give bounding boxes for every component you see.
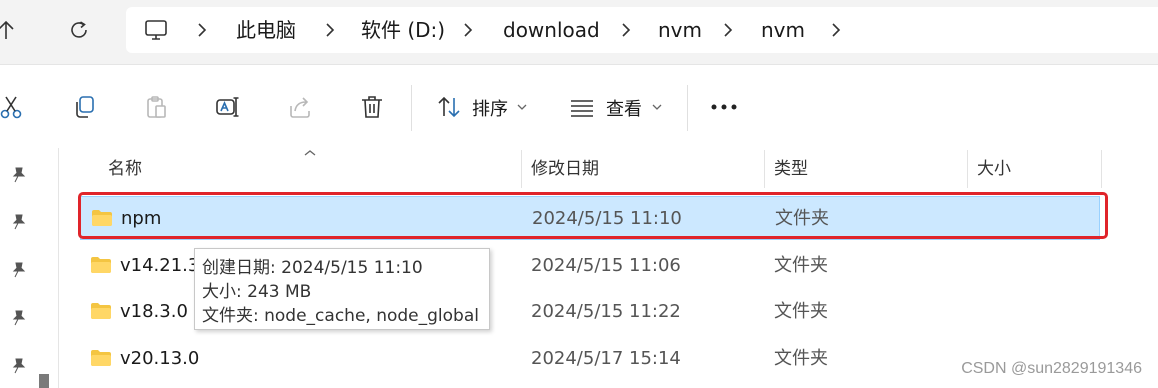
file-modified: 2024/5/15 11:06 (531, 255, 681, 276)
up-arrow-icon[interactable] (0, 14, 22, 46)
paste-icon[interactable] (140, 91, 172, 123)
column-header-name[interactable]: 名称 (108, 148, 142, 190)
pin-icon[interactable] (9, 357, 27, 375)
table-row[interactable]: npm 2024/5/15 11:10 文件夹 (80, 196, 1100, 240)
breadcrumb-nvm[interactable]: nvm (658, 7, 702, 53)
view-button[interactable]: 查看 (606, 95, 642, 121)
column-header-modified[interactable]: 修改日期 (531, 148, 599, 190)
address-bar[interactable]: 此电脑 软件 (D:) download nvm nvm (126, 7, 1158, 53)
pin-icon[interactable] (9, 166, 27, 184)
quick-access-pins (0, 148, 34, 388)
navigation-bar: 此电脑 软件 (D:) download nvm nvm (0, 0, 1158, 64)
table-row[interactable]: v20.13.0 2024/5/17 15:14 文件夹 (80, 337, 1100, 381)
delete-icon[interactable] (356, 91, 388, 123)
sort-ascending-icon (304, 150, 316, 156)
toolbar-divider (687, 85, 688, 131)
folder-icon (91, 257, 111, 273)
rename-icon[interactable] (212, 91, 244, 123)
file-name[interactable]: v14.21.3 (120, 244, 199, 288)
copy-icon[interactable] (68, 91, 100, 123)
toolbar-divider (411, 85, 412, 131)
file-name[interactable]: v18.3.0 (120, 290, 188, 334)
file-name[interactable]: v20.13.0 (120, 337, 199, 381)
column-divider[interactable] (967, 150, 968, 188)
file-modified: 2024/5/15 11:22 (531, 301, 681, 322)
tooltip-created: 创建日期: 2024/5/15 11:10 (202, 258, 423, 278)
sort-icon[interactable] (433, 91, 465, 123)
chevron-right-icon[interactable] (194, 22, 210, 38)
file-type: 文件夹 (774, 348, 828, 369)
folder-icon (91, 350, 111, 366)
breadcrumb-drive-d[interactable]: 软件 (D:) (361, 7, 445, 53)
pin-icon[interactable] (9, 261, 27, 279)
column-header-type[interactable]: 类型 (774, 148, 808, 190)
folder-icon (91, 303, 111, 319)
refresh-icon[interactable] (63, 14, 95, 46)
column-divider[interactable] (764, 150, 765, 188)
watermark: CSDN @sun2829191346 (961, 360, 1142, 377)
chevron-right-icon[interactable] (460, 22, 476, 38)
chevron-down-icon[interactable] (652, 103, 662, 111)
more-options-icon[interactable] (708, 91, 740, 123)
chevron-right-icon[interactable] (720, 22, 736, 38)
folder-icon (92, 210, 112, 226)
file-type: 文件夹 (775, 208, 829, 229)
view-icon[interactable] (566, 91, 598, 123)
pin-icon[interactable] (9, 309, 27, 327)
computer-icon[interactable] (144, 18, 168, 46)
folder-info-tooltip: 创建日期: 2024/5/15 11:10 大小: 243 MB 文件夹: no… (194, 248, 490, 330)
chevron-right-icon[interactable] (322, 22, 338, 38)
file-type: 文件夹 (774, 255, 828, 276)
file-type: 文件夹 (774, 301, 828, 322)
tooltip-folders: 文件夹: node_cache, node_global (202, 306, 479, 326)
breadcrumb-nvm-current[interactable]: nvm (761, 7, 805, 53)
chevron-right-icon[interactable] (828, 22, 844, 38)
breadcrumb-this-pc[interactable]: 此电脑 (236, 7, 296, 53)
column-divider[interactable] (521, 150, 522, 188)
share-icon[interactable] (284, 91, 316, 123)
navigation-scrollbar[interactable] (39, 374, 49, 388)
tooltip-size: 大小: 243 MB (202, 282, 312, 302)
breadcrumb-download[interactable]: download (503, 7, 600, 53)
file-modified: 2024/5/15 11:10 (532, 208, 682, 229)
chevron-right-icon[interactable] (618, 22, 634, 38)
pin-icon[interactable] (9, 213, 27, 231)
command-toolbar: 排序 查看 (0, 64, 1158, 149)
column-divider[interactable] (1101, 150, 1102, 188)
column-header-size[interactable]: 大小 (977, 148, 1011, 190)
file-name[interactable]: npm (121, 197, 161, 241)
sort-button[interactable]: 排序 (472, 95, 508, 121)
cut-icon[interactable] (0, 91, 28, 123)
chevron-down-icon[interactable] (517, 103, 527, 111)
pane-divider (58, 148, 59, 388)
file-modified: 2024/5/17 15:14 (531, 348, 681, 369)
